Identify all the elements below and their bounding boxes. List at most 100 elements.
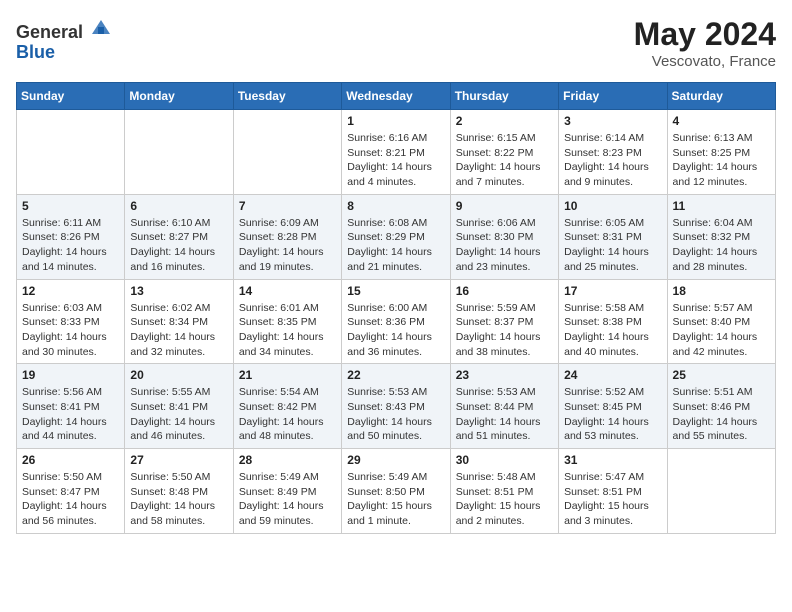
day-info: Sunrise: 6:14 AMSunset: 8:23 PMDaylight:… xyxy=(564,131,661,190)
weekday-header: Sunday xyxy=(17,83,125,110)
day-number: 22 xyxy=(347,368,444,382)
calendar-body: 1Sunrise: 6:16 AMSunset: 8:21 PMDaylight… xyxy=(17,110,776,534)
day-number: 20 xyxy=(130,368,227,382)
day-number: 3 xyxy=(564,114,661,128)
calendar-cell: 27Sunrise: 5:50 AMSunset: 8:48 PMDayligh… xyxy=(125,449,233,534)
calendar-week-row: 26 Sunrise: 5:50 AMSunset: 8:47 PMDayligh… xyxy=(17,449,776,534)
day-number: 6 xyxy=(130,199,227,213)
day-info: Sunrise: 6:11 AMSunset: 8:26 PMDaylight:… xyxy=(22,216,119,275)
day-number: 25 xyxy=(673,368,770,382)
calendar-cell: 17 Sunrise: 5:58 AMSunset: 8:38 PMDayligh… xyxy=(559,279,667,364)
month-title: May 2024 xyxy=(634,16,776,53)
day-info: Sunrise: 5:58 AMSunset: 8:38 PMDaylight:… xyxy=(564,301,661,360)
calendar-cell: 21 Sunrise: 5:54 AMSunset: 8:42 PMDayligh… xyxy=(233,364,341,449)
day-info: Sunrise: 5:59 AMSunset: 8:37 PMDaylight:… xyxy=(456,301,553,360)
calendar-cell: 1Sunrise: 6:16 AMSunset: 8:21 PMDaylight… xyxy=(342,110,450,195)
calendar-cell: 8Sunrise: 6:08 AMSunset: 8:29 PMDaylight… xyxy=(342,194,450,279)
day-info: Sunrise: 6:04 AMSunset: 8:32 PMDaylight:… xyxy=(673,216,770,275)
calendar-cell: 14Sunrise: 6:01 AMSunset: 8:35 PMDayligh… xyxy=(233,279,341,364)
calendar-week-row: 5Sunrise: 6:11 AMSunset: 8:26 PMDaylight… xyxy=(17,194,776,279)
day-number: 8 xyxy=(347,199,444,213)
weekday-header: Tuesday xyxy=(233,83,341,110)
calendar-cell: 24Sunrise: 5:52 AMSunset: 8:45 PMDayligh… xyxy=(559,364,667,449)
day-number: 27 xyxy=(130,453,227,467)
day-info: Sunrise: 5:53 AMSunset: 8:43 PMDaylight:… xyxy=(347,385,444,444)
weekday-header: Saturday xyxy=(667,83,775,110)
day-number: 16 xyxy=(456,284,553,298)
day-number: 21 xyxy=(239,368,336,382)
calendar-cell: 23Sunrise: 5:53 AMSunset: 8:44 PMDayligh… xyxy=(450,364,558,449)
weekday-header: Friday xyxy=(559,83,667,110)
day-number: 10 xyxy=(564,199,661,213)
logo-blue: Blue xyxy=(16,43,112,63)
calendar-cell: 30 Sunrise: 5:48 AMSunset: 8:51 PMDayligh… xyxy=(450,449,558,534)
calendar-cell: 26 Sunrise: 5:50 AMSunset: 8:47 PMDayligh… xyxy=(17,449,125,534)
calendar-cell: 28Sunrise: 5:49 AMSunset: 8:49 PMDayligh… xyxy=(233,449,341,534)
logo-general: General xyxy=(16,16,112,43)
calendar-cell: 6 Sunrise: 6:10 AMSunset: 8:27 PMDaylight… xyxy=(125,194,233,279)
title-block: May 2024 Vescovato, France xyxy=(634,16,776,70)
calendar-table: SundayMondayTuesdayWednesdayThursdayFrid… xyxy=(16,82,776,534)
calendar-cell: 2 Sunrise: 6:15 AMSunset: 8:22 PMDaylight… xyxy=(450,110,558,195)
day-info: Sunrise: 5:50 AMSunset: 8:47 PMDaylight:… xyxy=(22,470,119,529)
calendar-week-row: 19 Sunrise: 5:56 AMSunset: 8:41 PMDayligh… xyxy=(17,364,776,449)
calendar-cell: 15 Sunrise: 6:00 AMSunset: 8:36 PMDayligh… xyxy=(342,279,450,364)
day-info: Sunrise: 5:53 AMSunset: 8:44 PMDaylight:… xyxy=(456,385,553,444)
day-info: Sunrise: 6:06 AMSunset: 8:30 PMDaylight:… xyxy=(456,216,553,275)
day-number: 1 xyxy=(347,114,444,128)
day-info: Sunrise: 5:57 AMSunset: 8:40 PMDaylight:… xyxy=(673,301,770,360)
day-info: Sunrise: 6:15 AMSunset: 8:22 PMDaylight:… xyxy=(456,131,553,190)
day-number: 4 xyxy=(673,114,770,128)
calendar-cell: 20 Sunrise: 5:55 AMSunset: 8:41 PMDayligh… xyxy=(125,364,233,449)
calendar-cell: 12Sunrise: 6:03 AMSunset: 8:33 PMDayligh… xyxy=(17,279,125,364)
day-number: 31 xyxy=(564,453,661,467)
day-number: 18 xyxy=(673,284,770,298)
calendar-cell: 3 Sunrise: 6:14 AMSunset: 8:23 PMDaylight… xyxy=(559,110,667,195)
calendar-cell xyxy=(125,110,233,195)
calendar-cell: 31 Sunrise: 5:47 AMSunset: 8:51 PMDayligh… xyxy=(559,449,667,534)
weekday-header: Wednesday xyxy=(342,83,450,110)
day-number: 13 xyxy=(130,284,227,298)
calendar-cell xyxy=(17,110,125,195)
calendar-cell: 22 Sunrise: 5:53 AMSunset: 8:43 PMDayligh… xyxy=(342,364,450,449)
page-header: General Blue May 2024 Vescovato, France xyxy=(16,16,776,70)
day-number: 2 xyxy=(456,114,553,128)
day-number: 30 xyxy=(456,453,553,467)
calendar-cell: 16 Sunrise: 5:59 AMSunset: 8:37 PMDayligh… xyxy=(450,279,558,364)
weekday-header: Monday xyxy=(125,83,233,110)
day-number: 17 xyxy=(564,284,661,298)
day-info: Sunrise: 5:56 AMSunset: 8:41 PMDaylight:… xyxy=(22,385,119,444)
calendar-cell: 10 Sunrise: 6:05 AMSunset: 8:31 PMDayligh… xyxy=(559,194,667,279)
day-info: Sunrise: 5:47 AMSunset: 8:51 PMDaylight:… xyxy=(564,470,661,529)
day-number: 14 xyxy=(239,284,336,298)
calendar-cell: 25 Sunrise: 5:51 AMSunset: 8:46 PMDayligh… xyxy=(667,364,775,449)
weekday-header: Thursday xyxy=(450,83,558,110)
day-info: Sunrise: 5:54 AMSunset: 8:42 PMDaylight:… xyxy=(239,385,336,444)
calendar-cell: 7 Sunrise: 6:09 AMSunset: 8:28 PMDaylight… xyxy=(233,194,341,279)
day-info: Sunrise: 6:10 AMSunset: 8:27 PMDaylight:… xyxy=(130,216,227,275)
day-info: Sunrise: 6:02 AMSunset: 8:34 PMDaylight:… xyxy=(130,301,227,360)
day-info: Sunrise: 6:13 AMSunset: 8:25 PMDaylight:… xyxy=(673,131,770,190)
calendar-cell: 19 Sunrise: 5:56 AMSunset: 8:41 PMDayligh… xyxy=(17,364,125,449)
calendar-week-row: 12Sunrise: 6:03 AMSunset: 8:33 PMDayligh… xyxy=(17,279,776,364)
day-info: Sunrise: 5:55 AMSunset: 8:41 PMDaylight:… xyxy=(130,385,227,444)
logo-icon xyxy=(90,16,112,38)
calendar-cell: 5Sunrise: 6:11 AMSunset: 8:26 PMDaylight… xyxy=(17,194,125,279)
day-number: 7 xyxy=(239,199,336,213)
day-info: Sunrise: 5:48 AMSunset: 8:51 PMDaylight:… xyxy=(456,470,553,529)
day-number: 11 xyxy=(673,199,770,213)
day-info: Sunrise: 6:09 AMSunset: 8:28 PMDaylight:… xyxy=(239,216,336,275)
calendar-cell xyxy=(667,449,775,534)
calendar-cell: 18 Sunrise: 5:57 AMSunset: 8:40 PMDayligh… xyxy=(667,279,775,364)
day-number: 15 xyxy=(347,284,444,298)
day-info: Sunrise: 6:00 AMSunset: 8:36 PMDaylight:… xyxy=(347,301,444,360)
day-info: Sunrise: 6:05 AMSunset: 8:31 PMDaylight:… xyxy=(564,216,661,275)
calendar-cell: 13 Sunrise: 6:02 AMSunset: 8:34 PMDayligh… xyxy=(125,279,233,364)
day-info: Sunrise: 5:51 AMSunset: 8:46 PMDaylight:… xyxy=(673,385,770,444)
calendar-cell: 9Sunrise: 6:06 AMSunset: 8:30 PMDaylight… xyxy=(450,194,558,279)
day-info: Sunrise: 6:03 AMSunset: 8:33 PMDaylight:… xyxy=(22,301,119,360)
day-number: 19 xyxy=(22,368,119,382)
day-info: Sunrise: 5:49 AMSunset: 8:50 PMDaylight:… xyxy=(347,470,444,529)
calendar-cell xyxy=(233,110,341,195)
day-number: 26 xyxy=(22,453,119,467)
